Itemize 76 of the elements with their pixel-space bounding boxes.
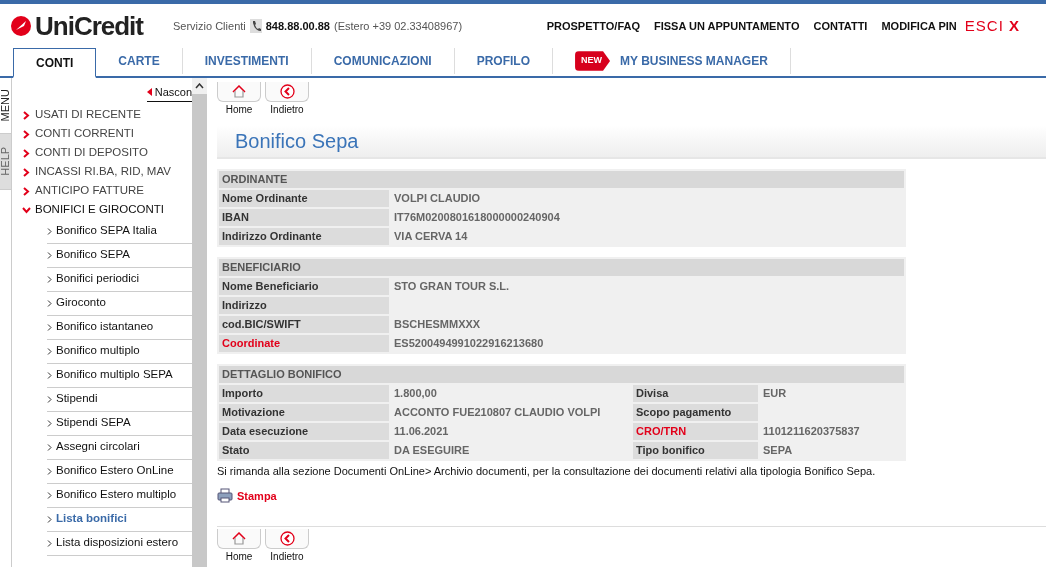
field-label: Motivazione bbox=[219, 404, 389, 421]
home-button[interactable] bbox=[217, 82, 261, 102]
field-label: CRO/TRN bbox=[633, 423, 758, 440]
chevron-icon bbox=[47, 443, 52, 451]
header-link[interactable]: PROSPETTO/FAQ bbox=[546, 17, 640, 35]
service-abroad: (Estero +39 02.33408967) bbox=[334, 18, 463, 34]
chevron-icon bbox=[47, 515, 52, 523]
side-tab[interactable]: HELP bbox=[0, 134, 11, 190]
service-phone: 848.88.00.88 bbox=[265, 18, 330, 34]
field-label: Nome Beneficiario bbox=[219, 278, 389, 295]
home-button[interactable] bbox=[217, 528, 261, 549]
caret-icon bbox=[146, 88, 152, 97]
sidebar-section[interactable]: CONTI CORRENTI bbox=[22, 124, 192, 144]
back-label: Indietro bbox=[269, 103, 305, 117]
home-icon bbox=[232, 531, 246, 545]
scrollbar[interactable] bbox=[192, 78, 207, 567]
chevron-icon bbox=[47, 395, 52, 403]
field-label: Divisa bbox=[633, 385, 758, 402]
header-link[interactable]: CONTATTI bbox=[813, 17, 868, 35]
sidebar-section[interactable]: BONIFICI E GIROCONTI bbox=[22, 200, 192, 220]
back-icon bbox=[279, 84, 295, 99]
header-link[interactable]: MODIFICA PIN bbox=[881, 17, 957, 35]
service-label: Servizio Clienti bbox=[173, 18, 246, 34]
section-header: DETTAGLIO BONIFICO bbox=[219, 366, 904, 383]
printer-icon bbox=[217, 488, 233, 504]
home-label: Home bbox=[224, 103, 254, 117]
print-link[interactable]: Stampa bbox=[217, 487, 277, 504]
chevron-icon bbox=[47, 227, 52, 235]
logo-text: UniCredit bbox=[35, 9, 143, 43]
chevron-icon bbox=[47, 539, 52, 547]
chevron-icon bbox=[47, 323, 52, 331]
nav-tab[interactable]: PROFILO bbox=[454, 48, 554, 74]
sidebar-section[interactable]: ANTICIPO FATTURE bbox=[22, 181, 192, 201]
section-header: ORDINANTE bbox=[219, 171, 904, 188]
sidebar-section[interactable]: INCASSI RI.BA, RID, MAV bbox=[22, 162, 192, 182]
nav-tab[interactable]: CONTI bbox=[13, 48, 97, 78]
logout-link[interactable]: ESCI X bbox=[964, 14, 1020, 38]
chevron-icon bbox=[47, 275, 52, 283]
back-label: Indietro bbox=[269, 549, 305, 564]
field-label: Scopo pagamento bbox=[633, 404, 758, 421]
chevron-icon bbox=[47, 371, 52, 379]
home-label: Home bbox=[224, 549, 254, 564]
field-label: Coordinate bbox=[219, 335, 389, 352]
field-label: Nome Ordinante bbox=[219, 190, 389, 207]
field-label: cod.BIC/SWIFT bbox=[219, 316, 389, 333]
back-button[interactable] bbox=[265, 82, 309, 102]
note-text: Si rimanda alla sezione Documenti OnLine> Archivio documenti, per la consultazione dei documenti relativi alla tipologia Bonifico Sepa. bbox=[217, 464, 877, 479]
sidebar-section[interactable]: USATI DI RECENTE bbox=[22, 105, 192, 125]
chevron-icon bbox=[47, 467, 52, 475]
header-link[interactable]: FISSA UN APPUNTAMENTO bbox=[654, 17, 800, 35]
logo-icon bbox=[10, 15, 32, 37]
sidebar-section[interactable]: CONTI DI DEPOSITO bbox=[22, 143, 192, 163]
section-header: BENEFICIARIO bbox=[219, 259, 904, 276]
field-label: Indirizzo bbox=[219, 297, 389, 314]
scroll-up-icon bbox=[195, 83, 204, 89]
new-badge: NEW bbox=[575, 51, 611, 71]
chevron-icon bbox=[47, 299, 52, 307]
field-label: Data esecuzione bbox=[219, 423, 389, 440]
back-button[interactable] bbox=[265, 528, 309, 549]
chevron-icon bbox=[47, 491, 52, 499]
nav-tab[interactable]: NEW MY BUSINESS MANAGER bbox=[553, 48, 791, 74]
field-label: IBAN bbox=[219, 209, 389, 226]
nav-tab[interactable]: INVESTIMENTI bbox=[182, 48, 312, 74]
nav-tab[interactable]: CARTE bbox=[96, 48, 183, 74]
chevron-icon bbox=[47, 251, 52, 259]
field-label: Tipo bonifico bbox=[633, 442, 758, 459]
field-label: Importo bbox=[219, 385, 389, 402]
tab-label: MY BUSINESS MANAGER bbox=[620, 53, 768, 70]
field-label: Indirizzo Ordinante bbox=[219, 228, 389, 245]
field-label: Stato bbox=[219, 442, 389, 459]
phone-icon bbox=[249, 19, 262, 33]
chevron-icon bbox=[47, 419, 52, 427]
home-icon bbox=[232, 85, 246, 98]
chevron-icon bbox=[47, 347, 52, 355]
back-icon bbox=[279, 530, 295, 546]
nav-tab[interactable]: COMUNICAZIONI bbox=[311, 48, 455, 74]
